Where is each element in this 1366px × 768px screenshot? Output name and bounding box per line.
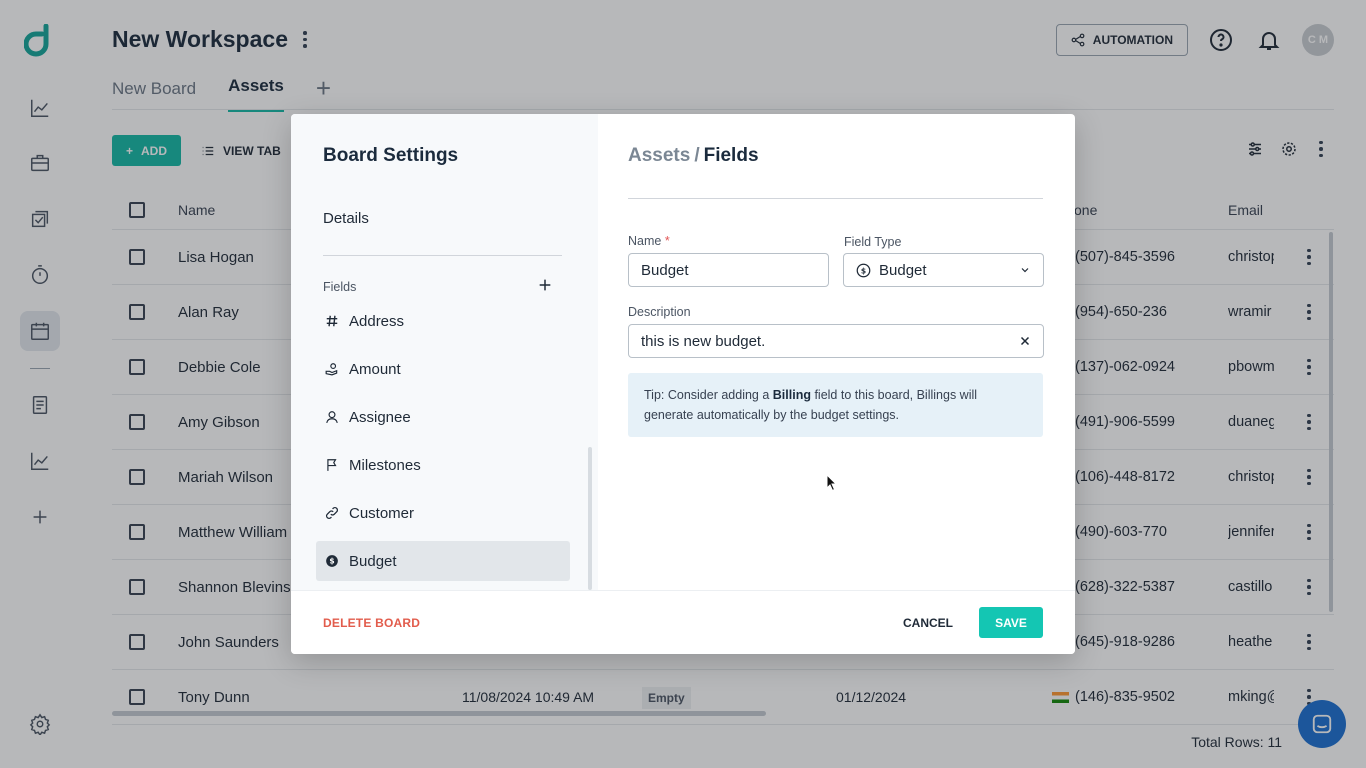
field-item-amount[interactable]: Amount <box>316 349 570 389</box>
settings-nav: Board Settings Details Fields Address Am… <box>291 114 598 590</box>
field-item-customer[interactable]: Customer <box>316 493 570 533</box>
breadcrumb: Assets / Fields <box>628 145 759 167</box>
field-item-assignee[interactable]: Assignee <box>316 397 570 437</box>
billing-tip: Tip: Consider adding a Billing field to … <box>628 373 1043 437</box>
field-item-milestones[interactable]: Milestones <box>316 445 570 485</box>
nav-divider <box>323 255 562 256</box>
breadcrumb-parent[interactable]: Assets <box>628 145 690 166</box>
field-item-label: Address <box>349 312 405 330</box>
required-mark: * <box>664 234 670 248</box>
mouse-cursor-icon <box>826 474 838 492</box>
tip-prefix: Tip: Consider adding a <box>644 388 773 402</box>
save-button[interactable]: SAVE <box>979 607 1043 638</box>
name-label: Name * <box>628 234 670 248</box>
dollar-circle-icon: $ <box>856 263 871 277</box>
delete-board-button[interactable]: DELETE BOARD <box>323 616 420 630</box>
hash-icon <box>326 315 338 327</box>
svg-text:$: $ <box>329 557 334 566</box>
field-item-label: Assignee <box>349 408 411 426</box>
nav-details[interactable]: Details <box>323 210 369 227</box>
user-icon <box>326 411 338 423</box>
board-settings-modal: Board Settings Details Fields Address Am… <box>291 114 1075 654</box>
name-input[interactable]: Budget <box>628 253 829 287</box>
cancel-button[interactable]: CANCEL <box>903 616 953 630</box>
clear-icon[interactable] <box>1019 335 1031 347</box>
field-item-budget[interactable]: $ Budget <box>316 541 570 581</box>
svg-text:$: $ <box>861 266 866 275</box>
description-label: Description <box>628 305 691 319</box>
chevron-down-icon <box>1021 268 1029 273</box>
field-item-label: Amount <box>349 360 401 378</box>
field-item-label: Customer <box>349 504 415 522</box>
dollar-circle-icon: $ <box>326 555 338 567</box>
name-label-text: Name <box>628 234 662 248</box>
modal-footer: DELETE BOARD CANCEL SAVE <box>291 590 1075 654</box>
fields-section-label: Fields <box>323 280 357 294</box>
flag-icon <box>327 459 337 471</box>
field-item-label: Milestones <box>349 456 421 474</box>
breadcrumb-separator: / <box>694 145 700 166</box>
tip-bold: Billing <box>772 388 811 402</box>
field-type-label: Field Type <box>844 235 902 249</box>
money-icon <box>325 363 338 376</box>
field-type-select[interactable]: $ Budget <box>843 253 1044 287</box>
description-input[interactable]: this is new budget. <box>628 324 1044 358</box>
editor-divider <box>628 198 1043 199</box>
nav-scrollbar[interactable] <box>588 447 592 590</box>
add-field-icon[interactable] <box>537 277 553 298</box>
field-item-label: Budget <box>349 552 397 570</box>
description-input-value: this is new budget. <box>641 332 766 350</box>
modal-title: Board Settings <box>323 145 459 166</box>
breadcrumb-current: Fields <box>703 145 759 166</box>
link-icon <box>326 507 338 519</box>
field-type-value: Budget <box>879 261 927 279</box>
field-item-address[interactable]: Address <box>316 301 570 341</box>
name-input-value: Budget <box>641 261 689 279</box>
